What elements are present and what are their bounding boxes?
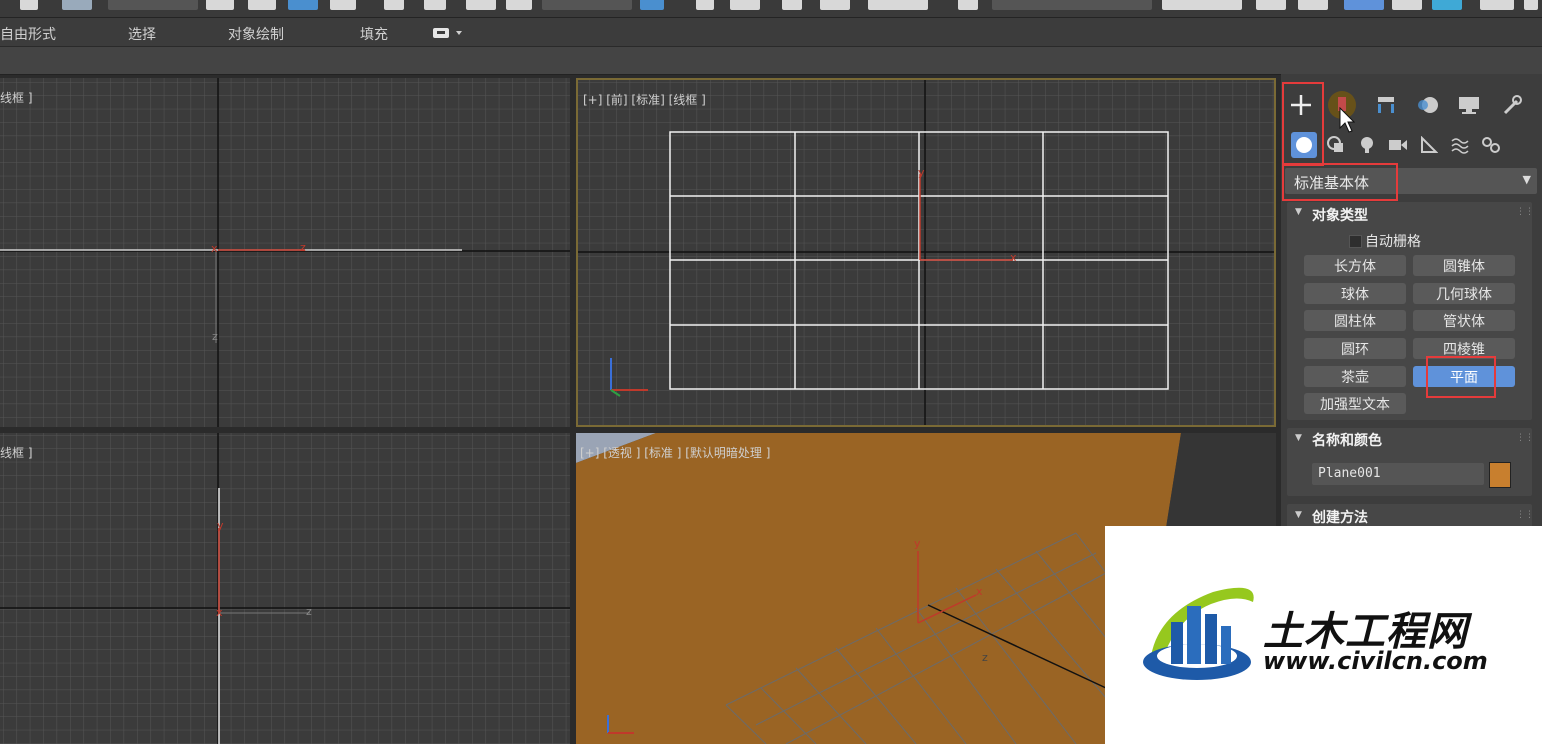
toolbar-icon[interactable] — [1162, 0, 1242, 10]
toolbar-icon[interactable] — [868, 0, 928, 10]
ribbon-tab-freeform[interactable]: 自由形式 — [0, 24, 56, 44]
shapes-icon[interactable] — [1323, 132, 1349, 158]
highlight-create-tab — [1282, 82, 1324, 166]
toolbar-icon[interactable] — [466, 0, 496, 10]
main-toolbar — [0, 0, 1542, 18]
toolbar-dropdown[interactable] — [542, 0, 632, 10]
object-color-swatch[interactable] — [1489, 462, 1511, 488]
axis-label-y: y — [918, 166, 925, 179]
toolbar-icon[interactable] — [506, 0, 532, 10]
tube-button[interactable]: 管状体 — [1413, 310, 1515, 331]
toolbar-icon[interactable] — [1256, 0, 1286, 10]
axis-label-z: z — [982, 651, 988, 664]
autogrid-label: 自动栅格 — [1365, 234, 1421, 250]
viewport-top[interactable]: 线框 ] x z z — [0, 78, 570, 427]
motion-icon[interactable] — [1413, 91, 1443, 119]
toolbar-icon[interactable] — [1344, 0, 1384, 10]
viewport-label[interactable]: 线框 ] — [0, 89, 33, 106]
sphere-button[interactable]: 球体 — [1304, 283, 1406, 304]
viewport-label[interactable]: [+] [前] [标准] [线框 ] — [583, 91, 706, 108]
grip-icon: ⋮⋮ — [1516, 510, 1534, 520]
autogrid-checkbox[interactable] — [1349, 235, 1362, 248]
highlight-category — [1282, 163, 1398, 201]
axis-label-y: y — [217, 519, 224, 532]
cylinder-button[interactable]: 圆柱体 — [1304, 310, 1406, 331]
toolbar-icon[interactable] — [696, 0, 714, 10]
viewport-label[interactable]: [+] [透视 ] [标准 ] [默认明暗处理 ] — [580, 444, 770, 461]
display-icon[interactable] — [432, 25, 466, 39]
chevron-down-icon: ▼ — [1522, 173, 1531, 186]
axis-label-z: z — [306, 605, 312, 618]
ribbon-tab-object-paint[interactable]: 对象绘制 — [228, 24, 284, 44]
geosphere-button[interactable]: 几何球体 — [1413, 283, 1515, 304]
toolbar-icon[interactable] — [958, 0, 978, 10]
toolbar-icon[interactable] — [730, 0, 760, 10]
spacewarps-icon[interactable] — [1447, 132, 1473, 158]
collapse-triangle-icon[interactable]: ▼ — [1295, 433, 1302, 443]
systems-icon[interactable] — [1478, 132, 1504, 158]
object-name-value: Plane001 — [1318, 466, 1381, 481]
watermark-logo — [1143, 587, 1254, 680]
highlight-plane-button — [1426, 356, 1496, 398]
collapse-triangle-icon[interactable]: ▼ — [1295, 510, 1302, 520]
ribbon-tab-selection[interactable]: 选择 — [128, 24, 156, 44]
viewport-label[interactable]: 线框 ] — [0, 444, 33, 461]
hierarchy-icon[interactable] — [1371, 91, 1401, 119]
toolbar-icon[interactable] — [1524, 0, 1538, 10]
axis-label-z: z — [212, 330, 218, 343]
box-button[interactable]: 长方体 — [1304, 255, 1406, 276]
lights-icon[interactable] — [1354, 132, 1380, 158]
watermark: 土木工程网 www.civilcn.com — [1105, 526, 1542, 744]
cone-button[interactable]: 圆锥体 — [1413, 255, 1515, 276]
viewport-grid — [578, 80, 1274, 425]
creation-method-header[interactable]: 创建方法 — [1312, 507, 1368, 527]
toolbar-icon[interactable] — [1432, 0, 1462, 10]
mouse-cursor — [1339, 107, 1355, 133]
viewport-grid — [0, 78, 570, 427]
toolbar-icon[interactable] — [820, 0, 850, 10]
axis-label-x: x — [211, 242, 218, 255]
collapse-triangle-icon[interactable]: ▼ — [1295, 207, 1302, 217]
helpers-icon[interactable] — [1416, 132, 1442, 158]
object-type-header[interactable]: 对象类型 — [1312, 205, 1368, 225]
display-icon[interactable] — [1454, 91, 1484, 119]
object-name-field[interactable]: Plane001 — [1312, 463, 1484, 485]
toolbar-icon[interactable] — [424, 0, 446, 10]
axis-label-y: y — [914, 537, 921, 550]
toolbar-icon[interactable] — [640, 0, 664, 10]
axis-label-z: z — [300, 241, 306, 254]
name-color-header[interactable]: 名称和颜色 — [1312, 430, 1382, 450]
toolbar-icon[interactable] — [330, 0, 356, 10]
axis-label-x: x — [976, 585, 983, 598]
watermark-url: www.civilcn.com — [1263, 647, 1488, 675]
toolbar-icon[interactable] — [1480, 0, 1514, 10]
toolbar-icon[interactable] — [384, 0, 404, 10]
grip-icon: ⋮⋮ — [1516, 433, 1534, 443]
viewport-left[interactable]: 线框 ] y x z — [0, 433, 570, 744]
toolbar-icon[interactable] — [1392, 0, 1422, 10]
ribbon-bar: 自由形式 选择 对象绘制 填充 — [0, 18, 1542, 47]
ribbon-panel — [0, 47, 1542, 75]
toolbar-icon[interactable] — [782, 0, 802, 10]
toolbar-dropdown[interactable] — [992, 0, 1152, 10]
torus-button[interactable]: 圆环 — [1304, 338, 1406, 359]
viewport-grid — [0, 433, 570, 744]
viewport-front[interactable]: [+] [前] [标准] [线框 ] y x — [576, 78, 1276, 427]
axis-label-x: x — [1010, 251, 1017, 264]
grip-icon: ⋮⋮ — [1516, 207, 1534, 217]
toolbar-icon[interactable] — [20, 0, 38, 10]
toolbar-icon[interactable] — [248, 0, 276, 10]
toolbar-icon[interactable] — [206, 0, 234, 10]
toolbar-icon[interactable] — [62, 0, 92, 10]
axis-label-x: x — [216, 606, 223, 619]
utilities-icon[interactable] — [1497, 91, 1527, 119]
toolbar-icon[interactable] — [1298, 0, 1328, 10]
toolbar-dropdown[interactable] — [108, 0, 198, 10]
cameras-icon[interactable] — [1385, 132, 1411, 158]
toolbar-icon[interactable] — [288, 0, 318, 10]
textplus-button[interactable]: 加强型文本 — [1304, 393, 1406, 414]
teapot-button[interactable]: 茶壶 — [1304, 366, 1406, 387]
ribbon-tab-populate[interactable]: 填充 — [360, 24, 388, 44]
